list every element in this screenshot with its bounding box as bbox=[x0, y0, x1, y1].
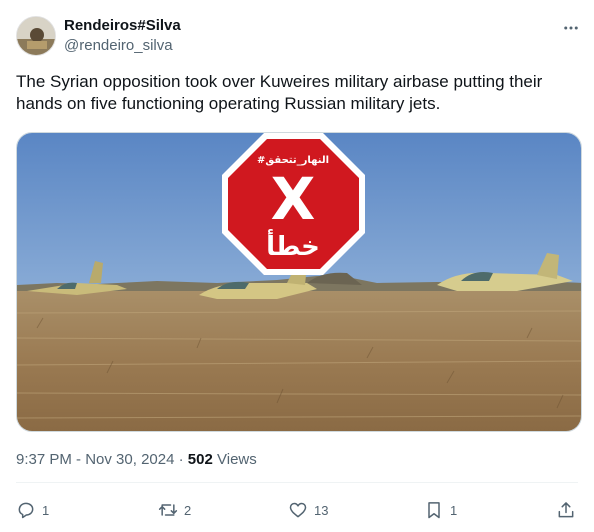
reply-icon bbox=[18, 502, 34, 519]
divider bbox=[16, 482, 578, 483]
bookmark-icon bbox=[428, 502, 440, 519]
tweet-date[interactable]: Nov 30, 2024 bbox=[85, 451, 174, 468]
author-handle[interactable]: @rendeiro_silva bbox=[64, 36, 181, 56]
bookmark-count: 1 bbox=[450, 502, 458, 518]
tweet-time[interactable]: 9:37 PM bbox=[16, 451, 72, 468]
share-icon bbox=[558, 502, 574, 518]
more-button[interactable] bbox=[560, 18, 582, 38]
author-display-name[interactable]: Rendeiros#Silva bbox=[64, 16, 181, 36]
like-button[interactable]: 13 bbox=[288, 496, 328, 524]
media-photo: #النهار_تتحقق X خطأ bbox=[17, 133, 581, 431]
tweet-media[interactable]: #النهار_تتحقق X خطأ bbox=[16, 132, 582, 432]
repost-button[interactable]: 2 bbox=[158, 496, 191, 524]
more-icon bbox=[564, 26, 578, 30]
share-button[interactable] bbox=[556, 496, 576, 524]
views-count: 502 bbox=[187, 451, 213, 468]
repost-count: 2 bbox=[184, 502, 192, 518]
tweet-meta: 9:37 PM - Nov 30, 2024 · 502 Views bbox=[16, 451, 257, 468]
avatar[interactable] bbox=[16, 16, 56, 56]
bookmark-button[interactable]: 1 bbox=[424, 496, 457, 524]
like-count: 13 bbox=[314, 502, 329, 518]
repost-icon bbox=[158, 504, 178, 516]
fact-check-stamp: #النهار_تتحقق X خطأ bbox=[222, 133, 365, 275]
views-label: Views bbox=[217, 451, 257, 468]
like-icon bbox=[289, 502, 307, 518]
reply-count: 1 bbox=[42, 502, 50, 518]
reply-button[interactable]: 1 bbox=[16, 496, 49, 524]
action-bar: 1 2 13 1 bbox=[16, 496, 580, 524]
avatar-image bbox=[17, 17, 55, 55]
stamp-mark: X bbox=[271, 165, 316, 233]
meta-separator: · bbox=[178, 451, 184, 468]
stamp-verdict: خطأ bbox=[266, 229, 320, 262]
tweet-header: Rendeiros#Silva @rendeiro_silva bbox=[16, 14, 582, 58]
tweet-text: The Syrian opposition took over Kuweires… bbox=[16, 72, 543, 113]
